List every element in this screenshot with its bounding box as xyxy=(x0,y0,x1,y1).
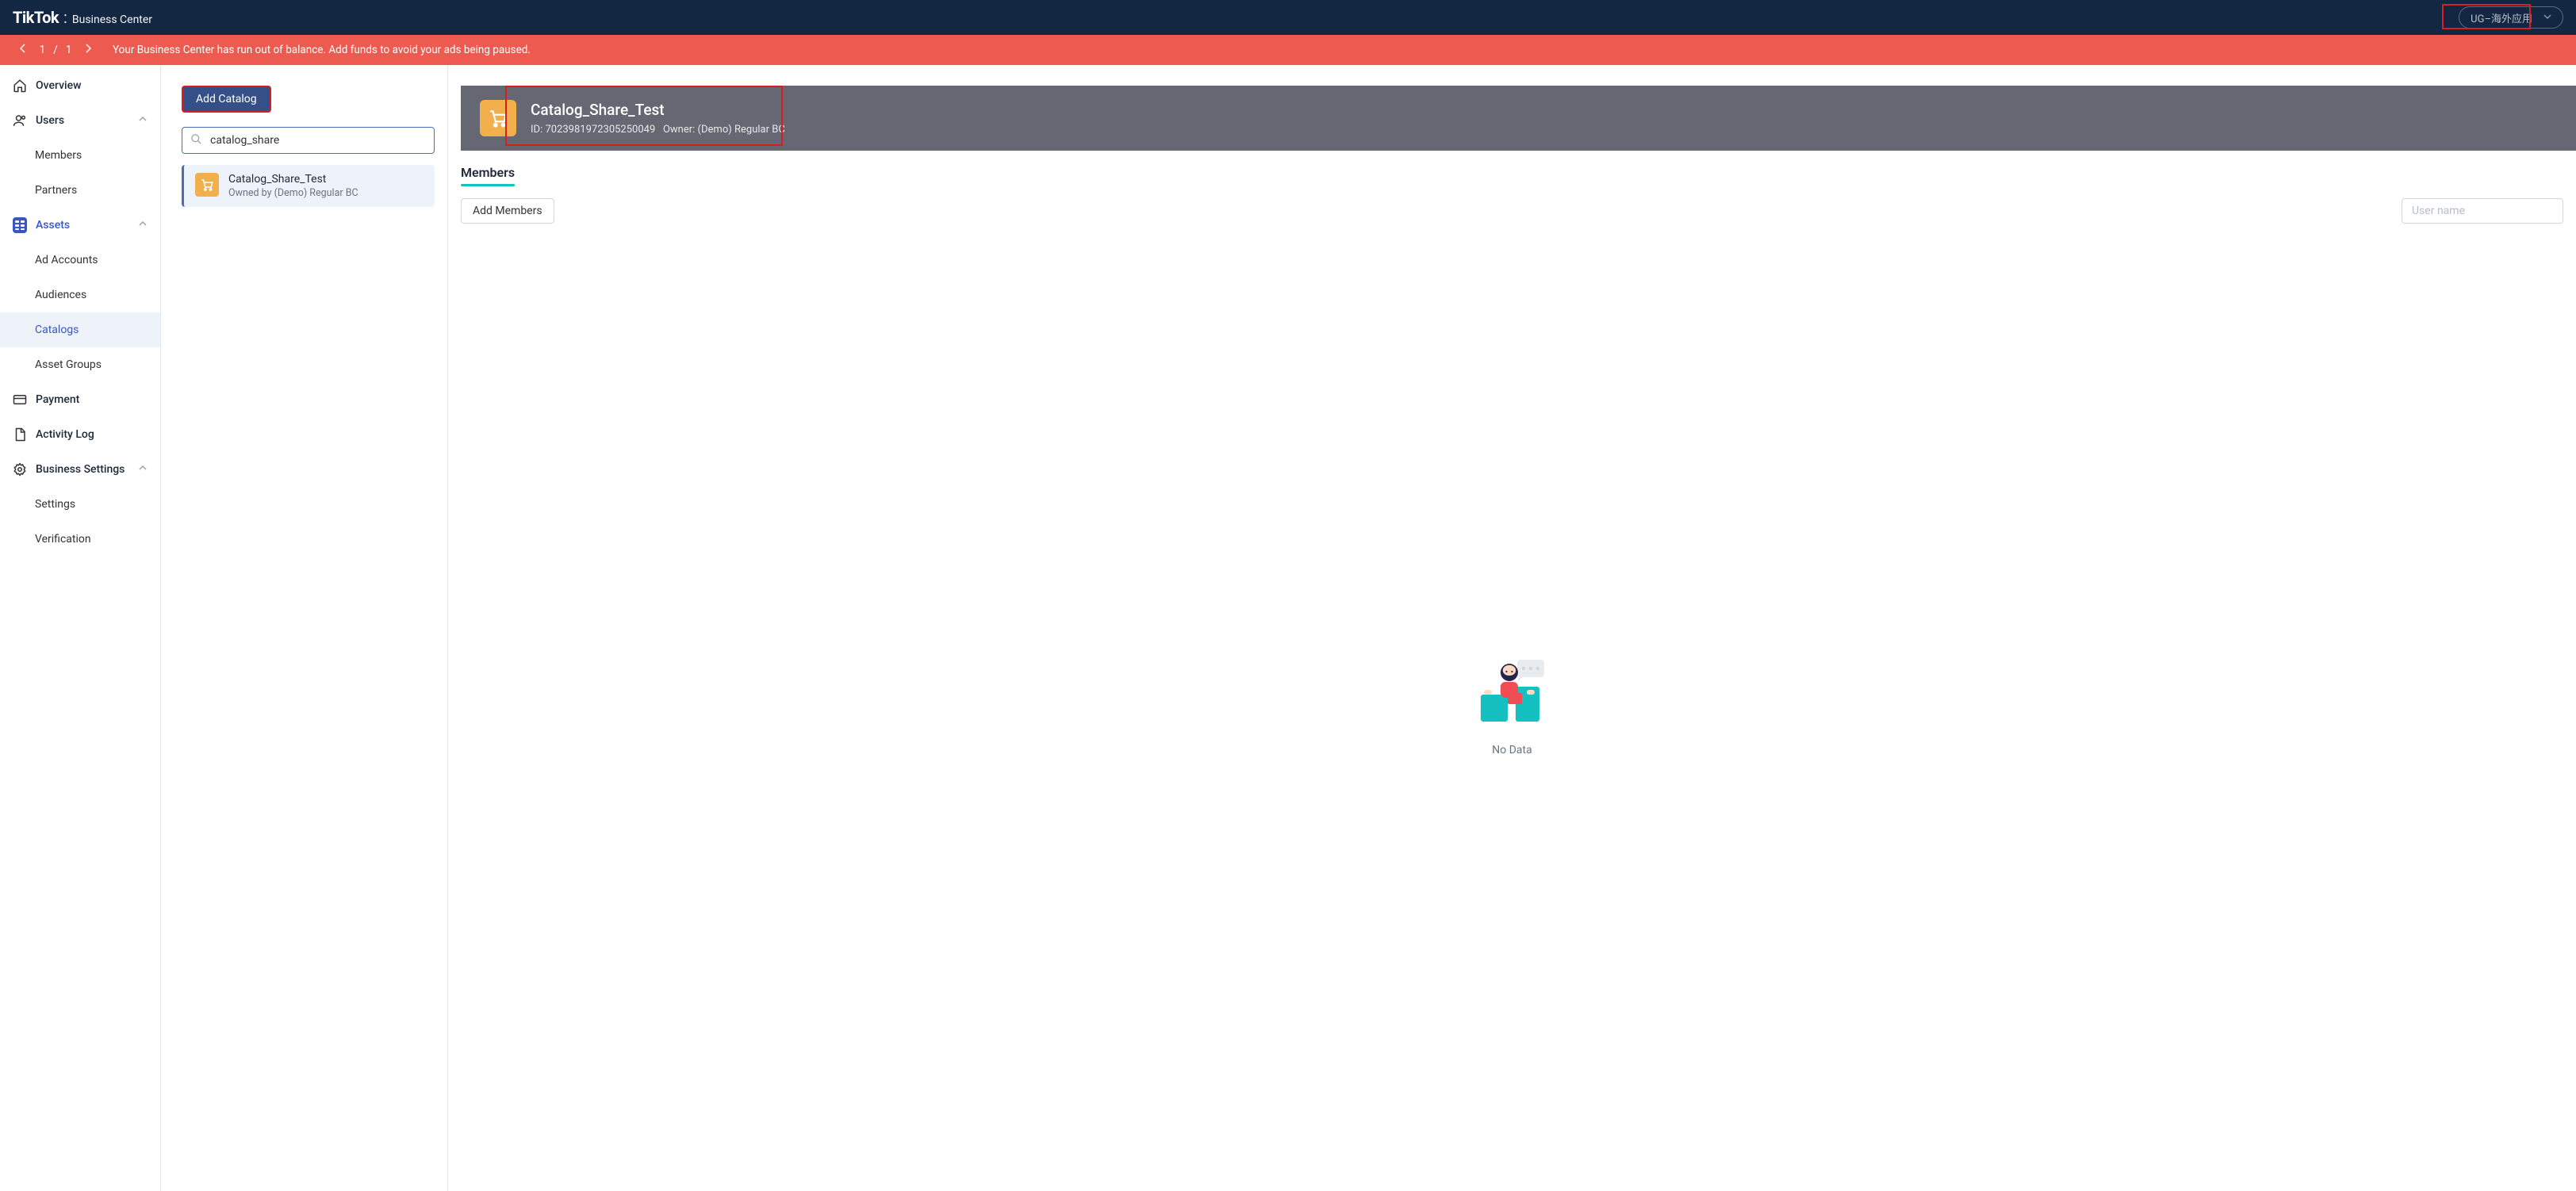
nav-ad-accounts[interactable]: Ad Accounts xyxy=(0,243,160,278)
nav-users[interactable]: Users xyxy=(0,103,160,138)
catalog-search-input[interactable] xyxy=(209,133,426,147)
file-icon xyxy=(13,427,27,442)
top-bar: TikTok : Business Center UG–海外应用 xyxy=(0,0,2576,35)
detail-tabs: Members xyxy=(461,165,2576,187)
sidebar: Overview Users Members Partners Assets xyxy=(0,65,161,1191)
gear-icon xyxy=(13,462,27,477)
detail-header: Catalog_Share_Test ID: 70239819723052500… xyxy=(461,86,2576,151)
add-catalog-button[interactable]: Add Catalog xyxy=(182,86,271,113)
account-selector-label: UG–海外应用 xyxy=(2471,10,2532,25)
brand-product: Business Center xyxy=(72,13,152,26)
nav-assets[interactable]: Assets xyxy=(0,208,160,243)
account-selector[interactable]: UG–海外应用 xyxy=(2459,6,2563,29)
nav-users-members[interactable]: Members xyxy=(0,138,160,173)
cart-icon xyxy=(480,100,516,136)
nav-asset-groups[interactable]: Asset Groups xyxy=(0,347,160,382)
nav-audiences[interactable]: Audiences xyxy=(0,278,160,312)
search-icon xyxy=(190,133,202,148)
brand-sep: : xyxy=(63,10,67,25)
banner-pager: 1 / 1 xyxy=(33,44,78,56)
nav-assets-label: Assets xyxy=(36,219,70,232)
members-search-input[interactable] xyxy=(2410,204,2555,218)
chevron-down-icon xyxy=(2543,12,2551,24)
home-icon xyxy=(13,79,27,93)
nav-users-label: Users xyxy=(36,114,64,127)
banner-next-button[interactable] xyxy=(78,44,98,56)
catalog-list-pane: Add Catalog Catalog_Share_Test Owned by … xyxy=(161,65,448,1191)
members-search[interactable] xyxy=(2402,198,2563,224)
nav-activity-log-label: Activity Log xyxy=(36,428,94,441)
tab-members[interactable]: Members xyxy=(461,165,515,186)
nav-overview[interactable]: Overview xyxy=(0,68,160,103)
nav-activity-log[interactable]: Activity Log xyxy=(0,417,160,452)
members-toolbar: Add Members xyxy=(461,198,2563,224)
empty-illustration-icon xyxy=(1474,658,1551,730)
nav-catalogs[interactable]: Catalogs xyxy=(0,312,160,347)
nav-payment-label: Payment xyxy=(36,393,79,406)
chevron-up-icon xyxy=(138,463,148,476)
catalog-search[interactable] xyxy=(182,127,435,154)
nav-overview-label: Overview xyxy=(36,79,81,92)
catalog-list-item[interactable]: Catalog_Share_Test Owned by (Demo) Regul… xyxy=(182,165,435,207)
nav-payment[interactable]: Payment xyxy=(0,382,160,417)
empty-state: No Data xyxy=(448,224,2576,1191)
alert-banner: 1 / 1 Your Business Center has run out o… xyxy=(0,35,2576,65)
nav-business-settings[interactable]: Business Settings xyxy=(0,452,160,487)
chevron-up-icon xyxy=(138,219,148,232)
catalog-item-owner: Owned by (Demo) Regular BC xyxy=(228,187,358,199)
nav-verification[interactable]: Verification xyxy=(0,522,160,557)
nav-users-partners[interactable]: Partners xyxy=(0,173,160,208)
brand-tiktok: TikTok xyxy=(13,8,59,27)
catalog-detail-pane: Catalog_Share_Test ID: 70239819723052500… xyxy=(448,65,2576,1191)
cart-icon xyxy=(195,173,219,197)
add-members-button[interactable]: Add Members xyxy=(461,198,554,224)
banner-prev-button[interactable] xyxy=(13,44,33,56)
users-icon xyxy=(13,113,27,128)
catalog-item-name: Catalog_Share_Test xyxy=(228,173,358,186)
detail-title: Catalog_Share_Test xyxy=(531,101,785,119)
detail-meta: ID: 7023981972305250049 Owner: (Demo) Re… xyxy=(531,124,785,136)
assets-icon xyxy=(13,218,27,232)
nav-settings[interactable]: Settings xyxy=(0,487,160,522)
banner-message: Your Business Center has run out of bala… xyxy=(113,44,531,56)
chevron-up-icon xyxy=(138,114,148,127)
brand: TikTok : Business Center xyxy=(13,8,152,27)
card-icon xyxy=(13,393,27,407)
nav-business-settings-label: Business Settings xyxy=(36,463,125,476)
empty-text: No Data xyxy=(1492,744,1531,756)
